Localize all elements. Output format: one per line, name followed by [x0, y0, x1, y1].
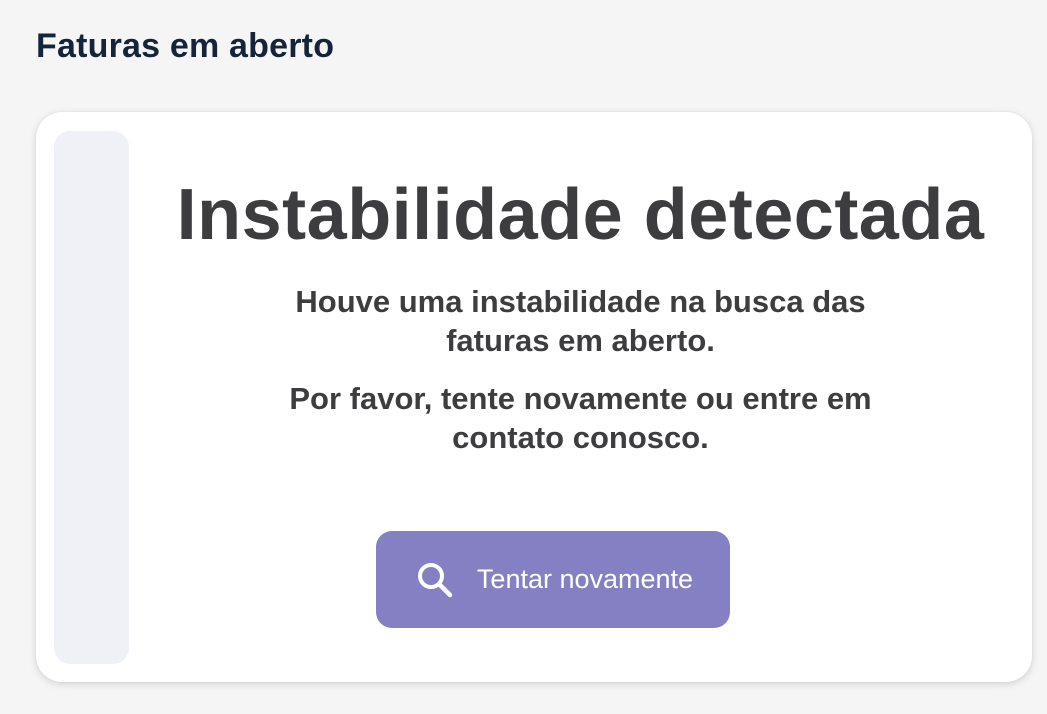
page-title: Faturas em aberto [36, 27, 335, 65]
error-message: Houve uma instabilidade na busca das fat… [295, 284, 866, 358]
retry-button[interactable]: Tentar novamente [376, 531, 730, 628]
error-content: Instabilidade detectada Houve uma instab… [129, 112, 1032, 457]
help-message: Por favor, tente novamente ou entre em c… [289, 381, 872, 455]
loading-placeholder-strip [54, 131, 129, 664]
error-card: Instabilidade detectada Houve uma instab… [36, 112, 1032, 682]
error-heading: Instabilidade detectada [176, 175, 985, 255]
retry-button-label: Tentar novamente [476, 564, 694, 594]
search-icon [413, 558, 457, 602]
